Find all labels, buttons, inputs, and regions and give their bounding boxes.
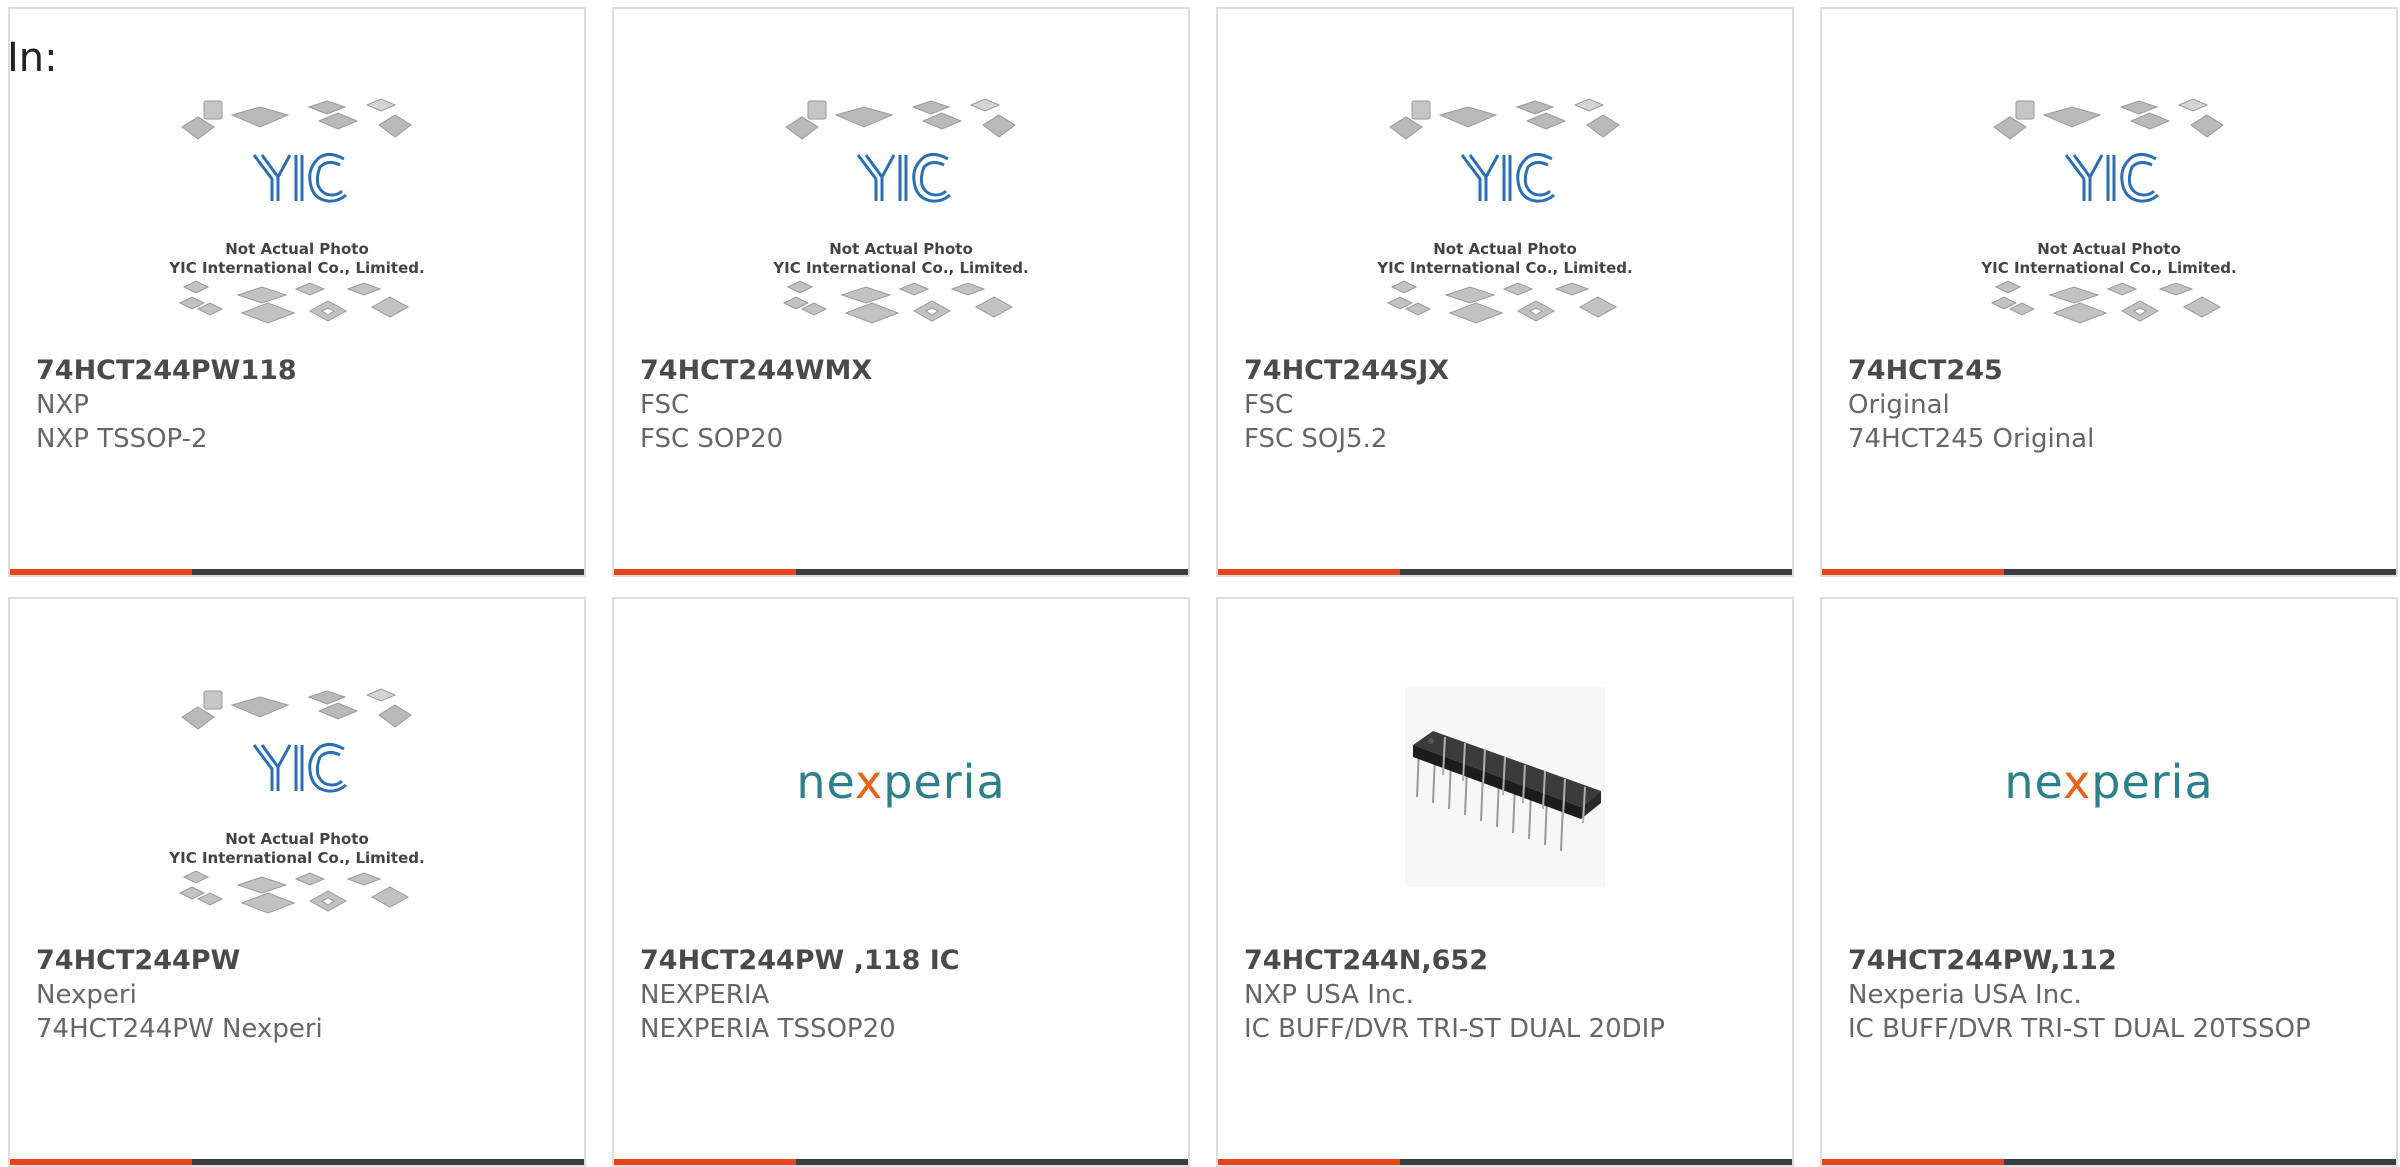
placeholder-caption-line2: YIC International Co., Limited. [169,849,425,867]
card-bar-accent [614,1159,796,1165]
card-bar-rest [192,1159,584,1165]
product-description: 74HCT245 Original [1848,424,2095,454]
product-description: 74HCT244PW Nexperi [36,1014,323,1044]
card-bar-accent [10,1159,192,1165]
product-image[interactable]: Not Actual Photo YIC International Co., … [1822,97,2396,347]
placeholder-image: Not Actual Photo YIC International Co., … [1974,97,2244,345]
product-description: IC BUFF/DVR TRI-ST DUAL 20DIP [1244,1014,1665,1044]
product-info: 74HCT244PW Nexperi 74HCT244PW Nexperi [36,944,564,1046]
product-part-number[interactable]: 74HCT244PW118 [36,354,564,388]
placeholder-image: Not Actual Photo YIC International Co., … [162,687,432,935]
product-part-number[interactable]: 74HCT244PW [36,944,564,978]
card-bar-rest [796,569,1188,575]
placeholder-image: Not Actual Photo YIC International Co., … [766,97,1036,345]
product-part-number[interactable]: 74HCT244SJX [1244,354,1772,388]
product-manufacturer: FSC [1244,390,1294,420]
product-image[interactable]: nexperia [614,687,1188,937]
card-bar-accent [1218,569,1400,575]
card-bar-rest [192,569,584,575]
card-bar-rest [2004,569,2396,575]
product-manufacturer: NXP [36,390,89,420]
product-image[interactable] [1218,687,1792,937]
placeholder-caption-line1: Not Actual Photo [2037,240,2181,258]
placeholder-caption-line2: YIC International Co., Limited. [1377,259,1633,277]
product-card[interactable]: nexperia 74HCT244PW ,118 IC NEXPERIA NEXPE… [612,597,1190,1167]
product-info: 74HCT244WMX FSC FSC SOP20 [640,354,1168,456]
dip-chip-photo [1405,687,1605,887]
product-manufacturer: NEXPERIA [640,980,770,1010]
card-bottom-bar [1218,569,1792,575]
placeholder-image: Not Actual Photo YIC International Co., … [162,97,432,345]
product-card[interactable]: Not Actual Photo YIC International Co., … [612,7,1190,577]
product-manufacturer: Nexperia USA Inc. [1848,980,2082,1010]
product-info: 74HCT244PW118 NXP NXP TSSOP-2 [36,354,564,456]
placeholder-caption-line1: Not Actual Photo [225,240,369,258]
product-manufacturer: Nexperi [36,980,137,1010]
product-info: 74HCT244N,652 NXP USA Inc. IC BUFF/DVR TRI… [1244,944,1772,1046]
nexperia-logo: nexperia [796,755,1006,809]
product-description: NXP TSSOP-2 [36,424,208,454]
product-image[interactable]: Not Actual Photo YIC International Co., … [1218,97,1792,347]
product-manufacturer: NXP USA Inc. [1244,980,1414,1010]
product-image[interactable]: Not Actual Photo YIC International Co., … [10,97,584,347]
placeholder-image: Not Actual Photo YIC International Co., … [1370,97,1640,345]
product-image[interactable]: Not Actual Photo YIC International Co., … [614,97,1188,347]
product-info: 74HCT244PW ,118 IC NEXPERIA NEXPERIA TSSOP… [640,944,1168,1046]
product-card[interactable]: 74HCT244N,652 NXP USA Inc. IC BUFF/DVR TRI… [1216,597,1794,1167]
card-bottom-bar [10,1159,584,1165]
product-image[interactable]: nexperia [1822,687,2396,937]
product-manufacturer: Original [1848,390,1950,420]
product-card[interactable]: nexperia 74HCT244PW,112 Nexperia USA Inc.… [1820,597,2398,1167]
card-bottom-bar [1822,1159,2396,1165]
product-card[interactable]: Not Actual Photo YIC International Co., … [1216,7,1794,577]
placeholder-caption-line1: Not Actual Photo [829,240,973,258]
card-bottom-bar [10,569,584,575]
placeholder-caption-line2: YIC International Co., Limited. [1981,259,2237,277]
card-bar-rest [796,1159,1188,1165]
card-bottom-bar [1822,569,2396,575]
product-description: IC BUFF/DVR TRI-ST DUAL 20TSSOP [1848,1014,2311,1044]
product-info: 74HCT244PW,112 Nexperia USA Inc. IC BUFF/D… [1848,944,2376,1046]
product-part-number[interactable]: 74HCT244N,652 [1244,944,1772,978]
nexperia-logo: nexperia [2004,755,2214,809]
placeholder-caption-line1: Not Actual Photo [1433,240,1577,258]
placeholder-caption-line2: YIC International Co., Limited. [169,259,425,277]
product-part-number[interactable]: 74HCT245 [1848,354,2376,388]
product-info: 74HCT244SJX FSC FSC SOJ5.2 [1244,354,1772,456]
placeholder-caption-line2: YIC International Co., Limited. [773,259,1029,277]
product-description: FSC SOP20 [640,424,784,454]
card-bar-accent [1822,1159,2004,1165]
product-image[interactable]: Not Actual Photo YIC International Co., … [10,687,584,937]
product-description: NEXPERIA TSSOP20 [640,1014,896,1044]
product-manufacturer: FSC [640,390,690,420]
product-part-number[interactable]: 74HCT244WMX [640,354,1168,388]
product-card[interactable]: Not Actual Photo YIC International Co., … [8,7,586,577]
product-info: 74HCT245 Original 74HCT245 Original [1848,354,2376,456]
card-bar-rest [1400,1159,1792,1165]
card-bottom-bar [614,1159,1188,1165]
in-label: In: [7,35,58,81]
product-card[interactable]: Not Actual Photo YIC International Co., … [1820,7,2398,577]
placeholder-caption-line1: Not Actual Photo [225,830,369,848]
card-bar-accent [10,569,192,575]
product-part-number[interactable]: 74HCT244PW ,118 IC [640,944,1168,978]
product-part-number[interactable]: 74HCT244PW,112 [1848,944,2376,978]
product-card[interactable]: Not Actual Photo YIC International Co., … [8,597,586,1167]
card-bottom-bar [1218,1159,1792,1165]
card-bar-accent [1218,1159,1400,1165]
product-description: FSC SOJ5.2 [1244,424,1388,454]
card-bar-accent [614,569,796,575]
card-bottom-bar [614,569,1188,575]
card-bar-rest [1400,569,1792,575]
card-bar-rest [2004,1159,2396,1165]
card-bar-accent [1822,569,2004,575]
